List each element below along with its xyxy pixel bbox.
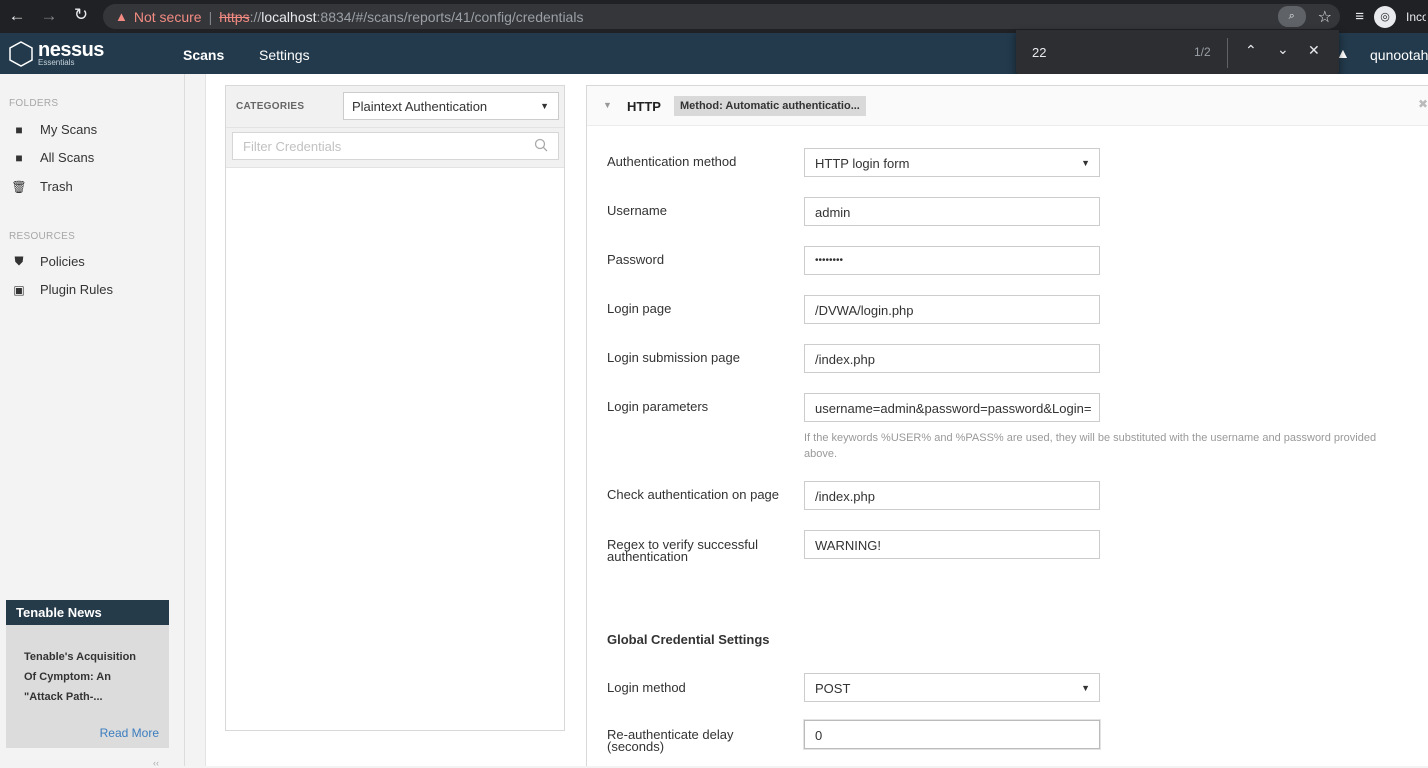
folders-label: FOLDERS [9,98,59,109]
categories-label: CATEGORIES [236,101,305,112]
username-label: Username [607,203,667,218]
forward-arrow-icon[interactable]: → [34,6,64,26]
categories-panel: CATEGORIES Plaintext Authentication ▼ Fi… [225,85,565,731]
back-arrow-icon[interactable]: ← [2,6,32,26]
find-in-page-icon[interactable]: ⌕ [1277,6,1306,27]
reading-list-icon[interactable]: ≡ [1355,8,1364,25]
sidebar-item-label: Trash [40,179,73,194]
regex-label: Regex to verify successful authenticatio… [607,537,759,564]
login-method-label: Login method [607,680,686,695]
check-auth-input[interactable]: /index.php [804,481,1100,510]
password-input[interactable]: •••••••• [804,246,1100,275]
filter-wrap: Filter Credentials [226,128,564,168]
username-input[interactable]: admin [804,197,1100,226]
sidebar-item-label: All Scans [40,150,95,165]
password-label: Password [607,252,665,267]
incognito-label[interactable]: Incognito [1406,10,1426,24]
chevron-down-icon[interactable]: ⌄ [1277,41,1289,58]
global-credential-settings-title: Global Credential Settings [607,632,770,647]
sidebar-item-label: Policies [40,254,85,269]
tenable-news-widget: Tenable News Tenable's Acquisition Of Cy… [6,600,169,748]
login-parameters-help: If the keywords %USER% and %PASS% are us… [804,432,1377,460]
category-select-value: Plaintext Authentication [352,99,488,114]
browser-toolbar: ← → ↻ ▲ Not secure | https://localhost:8… [0,0,1428,33]
sidebar-item-trash[interactable]: 🗑 Trash [11,179,73,194]
sidebar: FOLDERS ■ My Scans ■ All Scans 🗑 Trash R… [0,74,185,768]
omnibox-separator: | [208,8,213,25]
caret-down-icon: ▼ [1081,683,1090,693]
login-submission-input[interactable]: /index.php [804,344,1100,373]
sidebar-item-policies[interactable]: ⛊ Policies [11,254,85,269]
tab-settings[interactable]: Settings [259,47,310,63]
check-auth-label: Check authentication on page [607,487,780,502]
nessus-hexagon-icon [9,40,33,67]
chevron-up-icon[interactable]: ⌃ [1245,42,1257,59]
login-method-value: POST [815,681,851,696]
reauth-delay-label: Re-authenticate delay (seconds) [607,727,734,754]
folder-icon: ■ [15,150,23,165]
tab-scans[interactable]: Scans [183,47,224,63]
caret-down-icon: ▼ [1081,158,1090,168]
regex-input[interactable]: WARNING! [804,530,1100,559]
news-headline[interactable]: Tenable's Acquisition Of Cymptom: An "At… [6,625,169,707]
http-credentials-panel: ▼ HTTP Method: Automatic authenticatio..… [586,85,1428,766]
http-panel-header[interactable]: ▼ HTTP Method: Automatic authenticatio..… [587,86,1428,126]
category-select[interactable]: Plaintext Authentication ▼ [343,92,559,120]
nessus-logo[interactable]: nessus Essentials [8,40,104,67]
auth-method-select[interactable]: HTTP login form ▼ [804,148,1100,177]
close-icon[interactable]: ✕ [1308,42,1320,59]
login-parameters-input[interactable]: username=admin&password=password&Login= [804,393,1100,422]
auth-method-label: Authentication method [607,154,737,169]
bookmark-star-icon[interactable]: ☆ [1318,7,1332,27]
categories-header: CATEGORIES Plaintext Authentication ▼ [226,86,564,128]
find-bar: 22 1/2 ⌃ ⌄ ✕ [1016,30,1339,76]
username-menu[interactable]: qunootah [1370,47,1428,63]
http-title: HTTP [627,99,661,114]
warning-triangle-icon: ▲ [115,9,128,24]
remove-credential-icon[interactable]: ✖ [1418,97,1428,111]
sidebar-item-my-scans[interactable]: ■ My Scans [11,122,97,137]
login-page-label: Login page [607,301,672,316]
auth-method-value: HTTP login form [815,156,910,171]
find-input[interactable]: 22 [1032,45,1046,60]
filter-credentials-input[interactable]: Filter Credentials [232,132,559,160]
plugin-icon: ▣ [13,282,25,297]
incognito-icon[interactable]: ◎ [1374,5,1396,28]
url-path: :8834/#/scans/reports/41/config/credenti… [316,8,584,25]
login-method-select[interactable]: POST ▼ [804,673,1100,702]
search-icon [534,138,548,152]
resources-label: RESOURCES [9,231,76,242]
sidebar-item-plugin-rules[interactable]: ▣ Plugin Rules [11,282,113,297]
url-host: localhost [261,8,317,25]
find-divider [1227,38,1228,68]
address-bar[interactable]: ▲ Not secure | https://localhost:8834/#/… [103,4,1340,29]
url-scheme: https [219,8,250,25]
login-parameters-label: Login parameters [607,399,709,414]
sidebar-item-label: Plugin Rules [40,282,113,297]
sidebar-item-all-scans[interactable]: ■ All Scans [11,150,94,165]
not-secure-label[interactable]: Not secure [134,9,202,25]
trash-icon: 🗑 [11,179,27,194]
logo-name: nessus [38,39,104,61]
url-scheme-separator: :// [249,8,262,25]
sidebar-item-label: My Scans [40,122,98,137]
folder-icon: ■ [15,122,23,137]
login-submission-label: Login submission page [607,350,740,365]
method-chip: Method: Automatic authenticatio... [674,96,866,116]
read-more-link[interactable]: Read More [100,726,159,740]
reauth-delay-input[interactable]: 0 [804,720,1100,749]
reload-icon[interactable]: ↻ [66,5,96,25]
caret-down-icon: ▼ [540,101,549,111]
login-page-input[interactable]: /DVWA/login.php [804,295,1100,324]
shield-icon: ⛊ [14,254,24,268]
collapse-sidebar-icon[interactable]: ‹‹ [153,758,159,768]
news-title: Tenable News [6,600,169,625]
collapse-caret-icon[interactable]: ▼ [603,100,612,110]
find-count: 1/2 [1194,45,1211,59]
